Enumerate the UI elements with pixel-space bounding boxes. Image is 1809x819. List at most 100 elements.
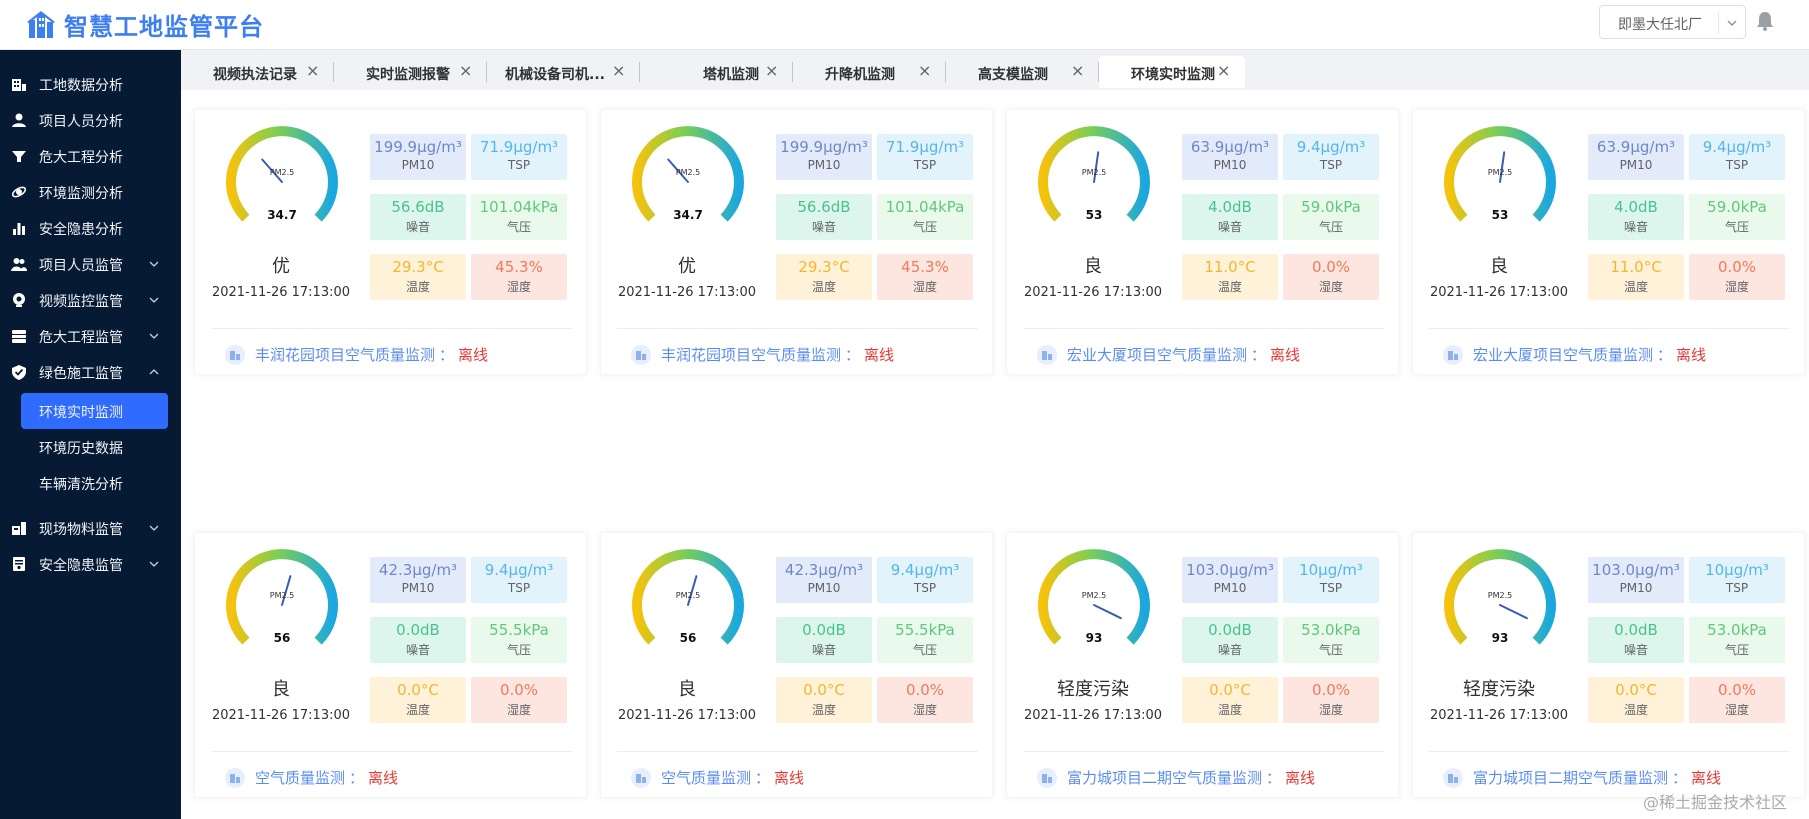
sidebar-item-2[interactable]: 项目人员分析 xyxy=(0,100,181,140)
metric-value: 0.0% xyxy=(1717,681,1757,699)
air-quality-grade: 优 xyxy=(272,256,290,277)
metric-label: 噪音 xyxy=(811,220,836,234)
close-icon[interactable]: × xyxy=(612,63,625,79)
metric-tsp: 10μg/m³ TSP xyxy=(1283,557,1379,603)
building-icon xyxy=(631,344,651,365)
metric-humidity: 0.0% 湿度 xyxy=(1689,677,1785,723)
card-divider xyxy=(1023,328,1384,329)
tab-1[interactable]: 视频执法记录 × xyxy=(181,56,334,88)
card-footer[interactable]: 空气质量监测 ： 离线 xyxy=(631,767,804,788)
sidebar-item-label: 安全隐患分析 xyxy=(39,222,123,238)
metric-temperature: 11.0°C 温度 xyxy=(1588,254,1684,300)
monitor-card: PM2.5 56 良 2021-11-26 17:13:00 42.3μg/m³… xyxy=(194,532,587,798)
metric-tsp: 9.4μg/m³ TSP xyxy=(877,557,973,603)
tab-label: 高支模监测 xyxy=(978,67,1048,83)
tab-label: 环境实时监测 xyxy=(1131,67,1215,83)
pm25-gauge: PM2.5 53 xyxy=(1442,124,1558,224)
metric-value: 63.9μg/m³ xyxy=(1190,138,1270,156)
tab-5[interactable]: 升降机监测 × xyxy=(793,56,946,88)
app-logo[interactable]: 智慧工地监管平台 xyxy=(26,7,264,42)
metric-temperature: 29.3°C 温度 xyxy=(370,254,466,300)
metric-humidity: 0.0% 湿度 xyxy=(471,677,567,723)
metric-pressure: 101.04kPa 气压 xyxy=(471,194,567,240)
close-icon[interactable]: × xyxy=(765,63,778,79)
metric-label: 温度 xyxy=(811,703,836,717)
close-icon[interactable]: × xyxy=(1071,63,1084,79)
metric-pm10: 199.9μg/m³ PM10 xyxy=(776,134,872,180)
card-footer[interactable]: 丰润花园项目空气质量监测 ： 离线 xyxy=(225,344,488,365)
update-time: 2021-11-26 17:13:00 xyxy=(211,708,351,723)
sidebar-subitem-1[interactable]: 环境实时监测 xyxy=(21,393,168,429)
card-footer[interactable]: 空气质量监测 ： 离线 xyxy=(225,767,398,788)
sidebar-subitem-2[interactable]: 环境历史数据 xyxy=(21,429,168,465)
card-divider xyxy=(1429,751,1790,752)
metric-pressure: 53.0kPa 气压 xyxy=(1283,617,1379,663)
watermark: @稀土掘金技术社区 xyxy=(1643,793,1788,812)
monitor-card: PM2.5 53 良 2021-11-26 17:13:00 63.9μg/m³… xyxy=(1006,109,1399,375)
sidebar-item-10[interactable]: 现场物料监管 xyxy=(0,508,181,548)
metric-humidity: 0.0% 湿度 xyxy=(1283,254,1379,300)
monitor-card: PM2.5 56 良 2021-11-26 17:13:00 42.3μg/m³… xyxy=(600,532,993,798)
tab-4[interactable]: 塔机监测 × xyxy=(640,56,793,88)
sidebar-item-6[interactable]: 项目人员监管 xyxy=(0,244,181,284)
project-select[interactable]: 即墨大任北厂 xyxy=(1599,5,1746,39)
tab-2[interactable]: 实时监测报警 × xyxy=(334,56,487,88)
tab-6[interactable]: 高支模监测 × xyxy=(946,56,1099,88)
metric-pressure: 55.5kPa 气压 xyxy=(471,617,567,663)
monitor-grid: PM2.5 34.7 优 2021-11-26 17:13:00 199.9μg… xyxy=(181,90,1809,819)
sidebar-item-1[interactable]: 工地数据分析 xyxy=(0,64,181,104)
card-footer[interactable]: 宏业大厦项目空气质量监测 ： 离线 xyxy=(1037,344,1300,365)
metric-label: TSP xyxy=(507,158,531,172)
bell-icon[interactable] xyxy=(1755,10,1775,32)
metric-value: 0.0dB xyxy=(802,621,846,639)
metric-value: 59.0kPa xyxy=(1707,198,1767,216)
station-name: 空气质量监测 xyxy=(661,769,752,787)
metric-label: 噪音 xyxy=(1623,643,1648,657)
close-icon[interactable]: × xyxy=(459,63,472,79)
tab-7[interactable]: 环境实时监测 × xyxy=(1099,56,1245,88)
metric-pressure: 55.5kPa 气压 xyxy=(877,617,973,663)
sidebar-subitem-3[interactable]: 车辆清洗分析 xyxy=(21,465,168,501)
sidebar-item-5[interactable]: 安全隐患分析 xyxy=(0,208,181,248)
chevron-down-icon xyxy=(149,261,159,267)
gauge-label: PM2.5 xyxy=(675,168,701,177)
sidebar-item-label: 工地数据分析 xyxy=(39,78,123,94)
sidebar-item-7[interactable]: 视频监控监管 xyxy=(0,280,181,320)
metric-temperature: 11.0°C 温度 xyxy=(1182,254,1278,300)
card-footer[interactable]: 富力城项目二期空气质量监测 ： 离线 xyxy=(1037,767,1315,788)
close-icon[interactable]: × xyxy=(918,63,931,79)
metric-value: 71.9μg/m³ xyxy=(479,138,559,156)
metric-value: 0.0% xyxy=(1717,258,1757,276)
gauge-label: PM2.5 xyxy=(1487,591,1513,600)
sidebar-item-4[interactable]: 环境监测分析 xyxy=(0,172,181,212)
metric-value: 4.0dB xyxy=(1614,198,1658,216)
footer-colon: ： xyxy=(1672,769,1688,787)
close-icon[interactable]: × xyxy=(306,63,319,79)
metric-pressure: 59.0kPa 气压 xyxy=(1283,194,1379,240)
gauge-label: PM2.5 xyxy=(1487,168,1513,177)
metric-label: 气压 xyxy=(1318,220,1343,234)
tab-bar: 视频执法记录 × 实时监测报警 × 机械设备司机... × 塔机监测 × 升降机监测 × 高支模监测… xyxy=(181,50,1809,90)
pm25-gauge: PM2.5 56 xyxy=(630,547,746,647)
metric-label: 气压 xyxy=(1724,643,1749,657)
metric-tsp: 10μg/m³ TSP xyxy=(1689,557,1785,603)
card-divider xyxy=(211,328,572,329)
card-footer[interactable]: 丰润花园项目空气质量监测 ： 离线 xyxy=(631,344,894,365)
sidebar-item-3[interactable]: 危大工程分析 xyxy=(0,136,181,176)
sidebar-item-9[interactable]: 绿色施工监管 xyxy=(0,352,181,392)
tab-3[interactable]: 机械设备司机... × xyxy=(487,56,640,88)
metric-value: 0.0°C xyxy=(397,681,439,699)
metric-value: 0.0dB xyxy=(1614,621,1658,639)
station-name: 丰润花园项目空气质量监测 xyxy=(255,346,436,364)
card-footer[interactable]: 宏业大厦项目空气质量监测 ： 离线 xyxy=(1443,344,1706,365)
metric-humidity: 45.3% 湿度 xyxy=(471,254,567,300)
metric-value: 0.0% xyxy=(905,681,945,699)
card-footer[interactable]: 富力城项目二期空气质量监测 ： 离线 xyxy=(1443,767,1721,788)
sidebar-item-11[interactable]: 安全隐患监管 xyxy=(0,544,181,584)
sidebar-item-8[interactable]: 危大工程监管 xyxy=(0,316,181,356)
chevron-down-icon xyxy=(149,297,159,303)
close-icon[interactable]: × xyxy=(1217,63,1230,79)
chevron-down-icon xyxy=(149,561,159,567)
update-time: 2021-11-26 17:13:00 xyxy=(211,285,351,300)
metric-temperature: 0.0°C 温度 xyxy=(1182,677,1278,723)
